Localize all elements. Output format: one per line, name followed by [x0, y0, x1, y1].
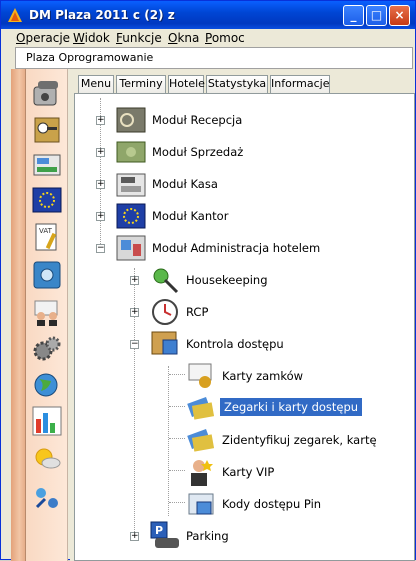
- parking-icon: P: [150, 521, 179, 548]
- menu-bar: Operacje Widok Funkcje Okna Pomoc: [1, 29, 415, 47]
- tree-branch: [169, 406, 185, 407]
- tab-hotele[interactable]: Hotele: [168, 75, 205, 93]
- menu-pomoc-label: omoc: [211, 31, 245, 45]
- administration-icon: [116, 235, 146, 261]
- address-bar[interactable]: Plaza Oprogramowanie: [15, 47, 413, 69]
- module-tree: + Moduł Recepcja + Moduł Sprzedaż + Modu…: [74, 93, 415, 561]
- phone-icon[interactable]: [31, 77, 63, 109]
- lock-card-icon: [188, 363, 212, 388]
- gears-icon[interactable]: [31, 333, 63, 365]
- node-karty-zamkow[interactable]: Karty zamków: [222, 369, 303, 383]
- expand-toggle[interactable]: +: [96, 180, 105, 189]
- tree-branch: [169, 502, 185, 503]
- chart-icon[interactable]: [31, 405, 63, 437]
- svg-text:P: P: [155, 524, 163, 537]
- menu-funkcje[interactable]: Funkcje: [116, 31, 162, 45]
- tab-statystyka[interactable]: Statystyka: [206, 75, 268, 93]
- identify-card-icon: [187, 429, 215, 452]
- shortcut-bar: VAT: [26, 69, 68, 561]
- tree-branch: [169, 438, 185, 439]
- tree-branch: [169, 470, 185, 471]
- window-title: DM Plaza 2011 c (2) z: [29, 8, 175, 22]
- expand-toggle[interactable]: +: [130, 308, 139, 317]
- expand-toggle[interactable]: +: [96, 148, 105, 157]
- menu-widok-label: idok: [84, 31, 110, 45]
- main-panel: Menu Terminy Hotele Statystyka Informacj…: [70, 69, 415, 561]
- pin-code-icon: [188, 493, 214, 515]
- node-modul-administracja[interactable]: Moduł Administracja hotelem: [152, 241, 320, 255]
- eu-flag-icon[interactable]: [31, 184, 63, 216]
- expand-toggle[interactable]: +: [130, 532, 139, 541]
- left-strip: [11, 69, 26, 561]
- menu-operacje[interactable]: Operacje: [16, 31, 70, 45]
- safe-icon[interactable]: [31, 259, 63, 291]
- money-icon: [116, 141, 146, 163]
- app-logo-icon: [8, 8, 22, 22]
- node-karty-vip[interactable]: Karty VIP: [222, 465, 274, 479]
- address-text: Plaza Oprogramowanie: [26, 51, 154, 64]
- node-modul-sprzedaz[interactable]: Moduł Sprzedaż: [152, 145, 243, 159]
- tab-terminy[interactable]: Terminy: [116, 75, 166, 93]
- node-modul-recepcja[interactable]: Moduł Recepcja: [152, 113, 242, 127]
- node-kody-pin[interactable]: Kody dostępu Pin: [222, 497, 321, 511]
- node-kontrola-dostepu[interactable]: Kontrola dostępu: [186, 337, 284, 351]
- clock-icon: [152, 299, 178, 325]
- title-bar[interactable]: DM Plaza 2011 c (2) z _ □ ×: [1, 1, 415, 29]
- minimize-button[interactable]: _: [343, 5, 364, 26]
- menu-pomoc-accel: P: [205, 31, 212, 45]
- cash-register-icon: [116, 173, 146, 197]
- collapse-toggle[interactable]: −: [96, 244, 105, 253]
- housekeeping-icon: [153, 268, 179, 294]
- keys-icon[interactable]: [31, 114, 63, 146]
- node-rcp[interactable]: RCP: [186, 305, 208, 319]
- eu-flag-icon: [116, 203, 146, 229]
- reception-icon: [116, 107, 146, 133]
- access-control-icon: [151, 331, 178, 355]
- weather-icon[interactable]: [31, 443, 63, 475]
- menu-okna[interactable]: Okna: [168, 31, 199, 45]
- menu-widok-accel: W: [73, 31, 85, 45]
- vip-person-icon: [191, 460, 213, 486]
- globe-icon[interactable]: [31, 369, 63, 401]
- menu-widok[interactable]: Widok: [73, 31, 110, 45]
- maximize-button[interactable]: □: [366, 5, 387, 26]
- tab-menu[interactable]: Menu: [78, 75, 114, 93]
- vat-document-icon[interactable]: VAT: [31, 221, 63, 253]
- watch-cards-icon: [187, 397, 215, 420]
- app-window: DM Plaza 2011 c (2) z _ □ × Operacje Wid…: [0, 0, 416, 561]
- collapse-toggle[interactable]: −: [130, 340, 139, 349]
- node-housekeeping[interactable]: Housekeeping: [186, 273, 268, 287]
- node-zidentyfikuj[interactable]: Zidentyfikuj zegarek, kartę: [222, 433, 377, 447]
- close-button[interactable]: ×: [389, 5, 410, 26]
- node-parking[interactable]: Parking: [186, 529, 229, 543]
- expand-toggle[interactable]: +: [130, 276, 139, 285]
- people-icon[interactable]: [31, 296, 63, 328]
- tab-informacje[interactable]: Informacje: [270, 75, 330, 93]
- node-modul-kantor[interactable]: Moduł Kantor: [152, 209, 228, 223]
- cash-register-icon[interactable]: [31, 149, 63, 181]
- expand-toggle[interactable]: +: [96, 116, 105, 125]
- expand-toggle[interactable]: +: [96, 212, 105, 221]
- node-zegarki-karty[interactable]: Zegarki i karty dostępu: [220, 398, 363, 416]
- menu-funkcje-label: unkcje: [122, 31, 162, 45]
- svg-text:VAT: VAT: [39, 227, 53, 235]
- users-exchange-icon[interactable]: [31, 483, 63, 515]
- menu-operacje-label: peracje: [25, 31, 71, 45]
- node-modul-kasa[interactable]: Moduł Kasa: [152, 177, 218, 191]
- menu-pomoc[interactable]: Pomoc: [205, 31, 245, 45]
- tree-line: [168, 366, 169, 516]
- menu-okna-label: kna: [177, 31, 200, 45]
- tree-branch: [169, 374, 185, 375]
